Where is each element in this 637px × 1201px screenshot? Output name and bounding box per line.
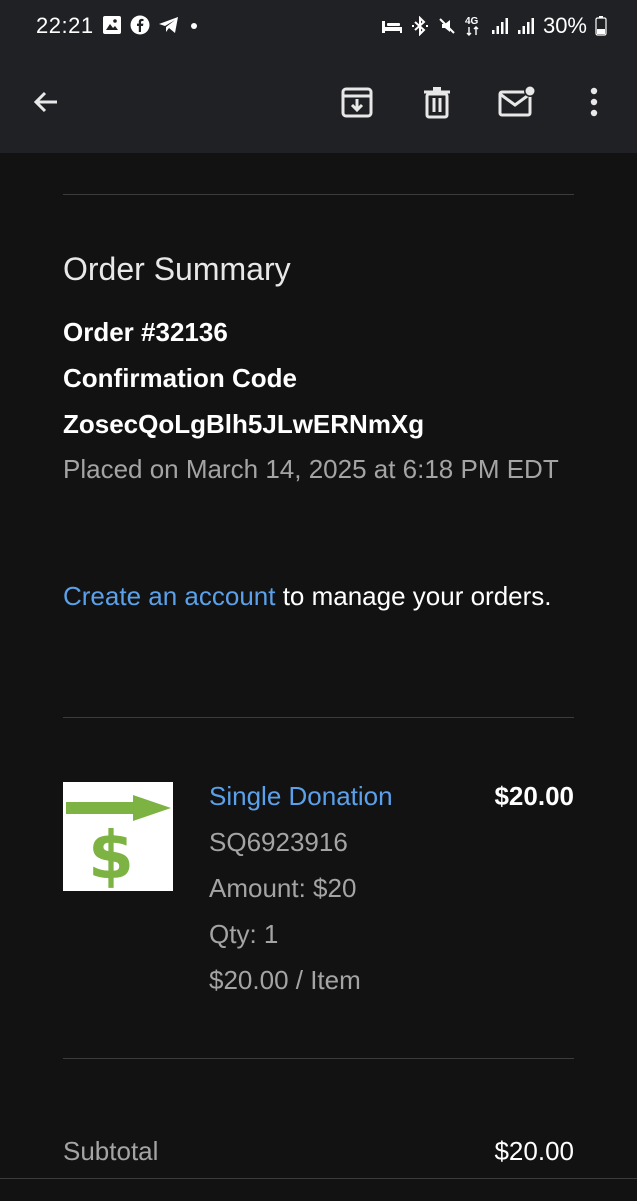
divider (63, 194, 574, 195)
item-thumbnail[interactable]: $ (63, 782, 173, 894)
create-account-link[interactable]: Create an account (63, 581, 275, 611)
status-bar: 22:21 4G 30% (0, 0, 637, 52)
more-vert-icon (590, 87, 598, 117)
svg-text:$: $ (88, 817, 134, 891)
mark-unread-button[interactable] (491, 76, 543, 128)
archive-icon (341, 87, 373, 118)
status-system-icons: 4G 30% (381, 13, 607, 39)
archive-button[interactable] (331, 76, 383, 128)
network-type-label: 4G (465, 16, 479, 27)
image-icon (103, 16, 121, 34)
delete-button[interactable] (411, 76, 463, 128)
subtotal-label: Subtotal (63, 1136, 159, 1166)
battery-percent: 30% (542, 13, 587, 38)
item-name-link[interactable]: Single Donation (209, 781, 393, 812)
subtotal-value: $20.00 (494, 1136, 574, 1166)
dollar-arrow-icon: $ (63, 782, 173, 894)
email-body[interactable]: Order Summary Order #32136 Confirmation … (0, 153, 637, 1178)
mute-icon (439, 18, 455, 34)
bottom-edge (0, 1178, 637, 1201)
confirmation-label: Confirmation Code (63, 363, 297, 393)
item-amount: Amount: $20 (209, 873, 357, 903)
item-unit-price: $20.00 / Item (209, 965, 361, 995)
facebook-icon (130, 15, 150, 35)
item-price: $20.00 (494, 781, 574, 811)
email-toolbar (0, 52, 637, 153)
create-account-message: Create an account to manage your orders. (63, 573, 563, 619)
item-quantity: Qty: 1 (209, 919, 279, 949)
telegram-icon (159, 17, 178, 33)
more-options-button[interactable] (568, 76, 620, 128)
item-sku: SQ6923916 (209, 827, 348, 857)
order-summary-title: Order Summary (63, 251, 291, 287)
status-time: 22:21 (36, 13, 94, 38)
divider (63, 717, 574, 718)
back-button[interactable] (20, 76, 72, 128)
create-account-rest: to manage your orders. (275, 581, 552, 611)
back-arrow-icon (33, 91, 57, 113)
signal-icon (517, 18, 534, 34)
dot-icon (191, 23, 197, 29)
divider (63, 1058, 574, 1059)
network-type-icon: 4G (465, 16, 479, 36)
mark-unread-icon (498, 85, 536, 117)
signal-icon (491, 18, 508, 34)
delete-icon (424, 87, 450, 119)
battery-icon (595, 16, 607, 36)
sleep-mode-icon (381, 21, 402, 33)
status-notification-icons (102, 15, 200, 35)
order-placed-date: Placed on March 14, 2025 at 6:18 PM EDT (63, 454, 559, 484)
bluetooth-icon (411, 16, 428, 36)
confirmation-code: ZosecQoLgBlh5JLwERNmXg (63, 409, 425, 439)
order-number: Order #32136 (63, 317, 228, 347)
